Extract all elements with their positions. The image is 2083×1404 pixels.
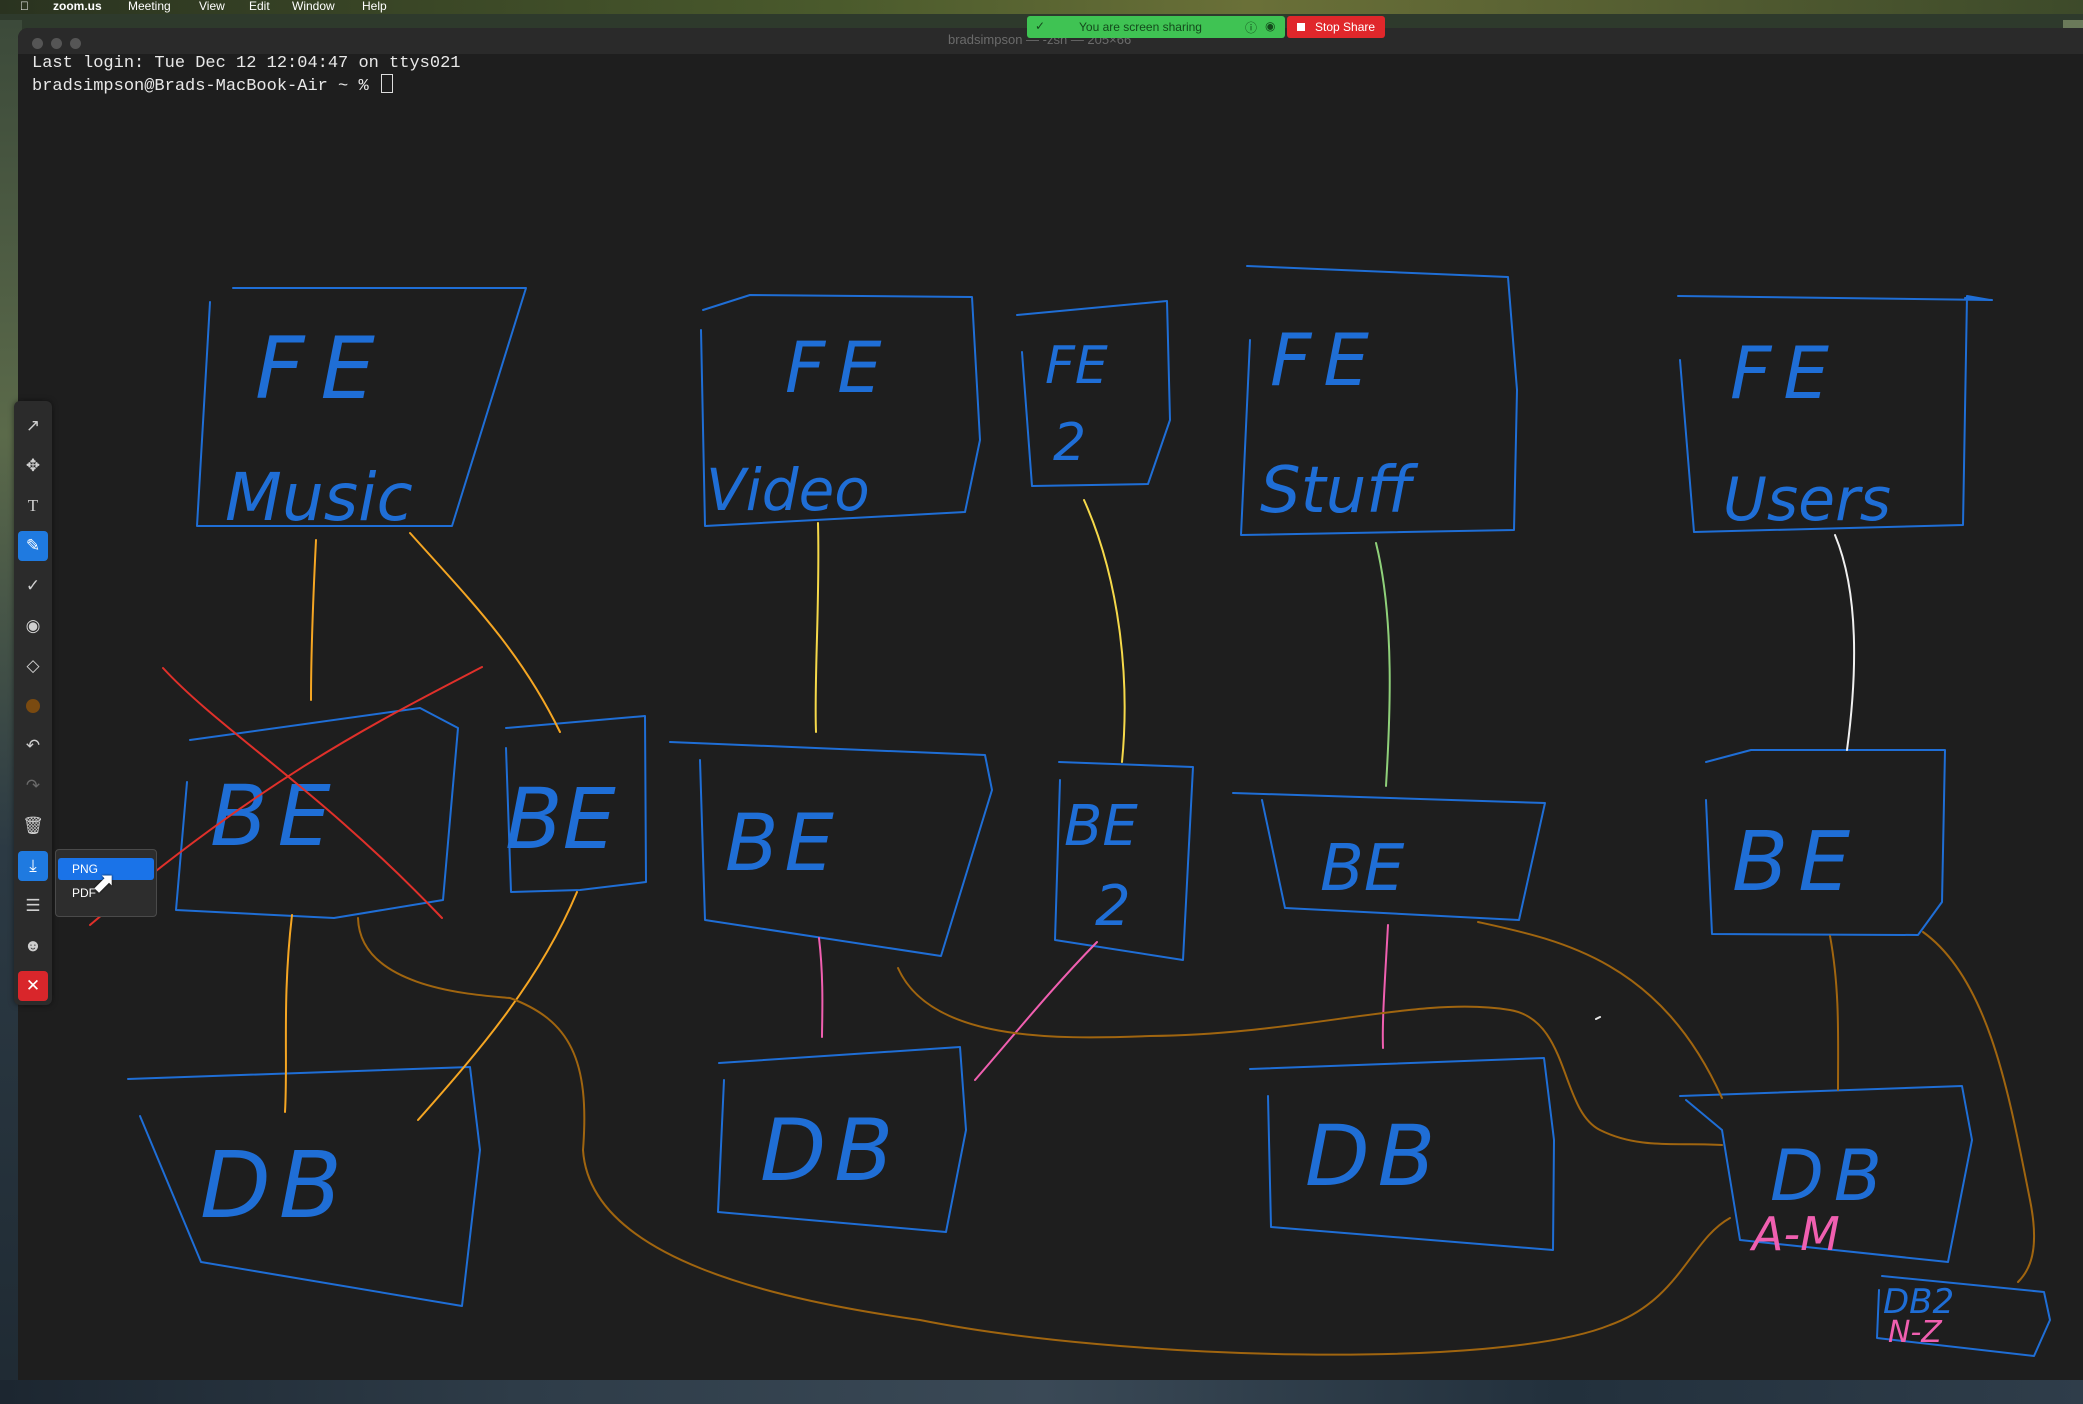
mouse-pointer-icon: ⬈ bbox=[92, 867, 116, 898]
link-fe-2-to-be-2 bbox=[1083, 499, 1126, 763]
spotlight-icon[interactable]: ◉ bbox=[18, 611, 48, 641]
label-stuff: Stuff bbox=[1260, 454, 1419, 528]
label-be-users: BE bbox=[1732, 815, 1860, 910]
label-db-users: DB bbox=[1770, 1135, 1892, 1217]
label-be-2: BE bbox=[1064, 794, 1138, 859]
label-fe-music: FE bbox=[255, 319, 391, 419]
select-icon[interactable]: ↗ bbox=[18, 411, 48, 441]
label-fe-2: FE bbox=[1045, 336, 1108, 396]
label-fe-users: FE bbox=[1730, 331, 1841, 415]
link-fe-stuff-to-be bbox=[1375, 542, 1391, 787]
label-db-stuff: DB bbox=[1305, 1107, 1443, 1205]
link-be-users-to-db2 bbox=[1922, 931, 2036, 1283]
text-icon[interactable]: T bbox=[18, 491, 48, 521]
label-fe-2-number: 2 bbox=[1053, 413, 1086, 473]
label-be-2-number: 2 bbox=[1095, 874, 1131, 939]
move-icon[interactable]: ✥ bbox=[18, 451, 48, 481]
menu-icon[interactable]: ☰ bbox=[18, 891, 48, 921]
label-n-z: N-Z bbox=[1888, 1315, 1943, 1350]
link-be-users-to-db-users bbox=[1829, 935, 1840, 1091]
label-fe-video: FE bbox=[785, 327, 894, 409]
label-video: Video bbox=[706, 456, 870, 524]
stamp-icon[interactable]: ✓ bbox=[18, 571, 48, 601]
redo-icon[interactable]: ↷ bbox=[18, 771, 48, 801]
eraser-icon[interactable]: ◇ bbox=[18, 651, 48, 681]
link-fe-video-to-be bbox=[814, 522, 820, 733]
handwritten-labels: FE Music FE Video FE 2 FE Stuff FE Users… bbox=[200, 318, 1954, 1350]
link-be-2-to-db-video bbox=[974, 941, 1098, 1081]
link-fe-music-to-be bbox=[409, 532, 561, 733]
label-db-music: DB bbox=[200, 1132, 350, 1239]
label-a-m: A-M bbox=[1749, 1207, 1840, 1261]
link-be-stuff-to-db bbox=[1381, 924, 1389, 1049]
label-users: Users bbox=[1723, 465, 1891, 535]
annotation-canvas[interactable]: FE Music FE Video FE 2 FE Stuff FE Users… bbox=[0, 0, 2083, 1404]
pen-icon[interactable]: ✎ bbox=[18, 531, 48, 561]
close-icon[interactable]: ✕ bbox=[18, 971, 48, 1001]
stray-dot bbox=[1595, 1016, 1601, 1020]
label-fe-stuff: FE bbox=[1270, 318, 1381, 402]
link-be-music-to-db-users bbox=[357, 917, 1731, 1356]
link-be-music-to-db bbox=[284, 914, 293, 1113]
label-db-video: DB bbox=[760, 1101, 901, 1201]
color-icon[interactable] bbox=[26, 699, 40, 713]
annotation-toolbar: ↗ ✥ T ✎ ✓ ◉ ◇ ↶ ↷ 🗑 ⤓ ☰ ☻ ✕ bbox=[14, 401, 52, 1005]
link-be-to-db-music bbox=[417, 891, 578, 1121]
link-fe-music-to-be-music bbox=[310, 539, 317, 701]
link-be-video-to-db bbox=[818, 937, 824, 1038]
undo-icon[interactable]: ↶ bbox=[18, 731, 48, 761]
label-be-stuff: BE bbox=[1320, 832, 1405, 906]
label-be: BE bbox=[505, 770, 616, 868]
label-music: Music bbox=[225, 459, 413, 536]
user-icon[interactable]: ☻ bbox=[18, 931, 48, 961]
clear-icon[interactable]: 🗑 bbox=[18, 811, 48, 841]
link-fe-users-to-be bbox=[1834, 534, 1856, 751]
label-be-video: BE bbox=[725, 799, 840, 889]
save-icon[interactable]: ⤓ bbox=[18, 851, 48, 881]
